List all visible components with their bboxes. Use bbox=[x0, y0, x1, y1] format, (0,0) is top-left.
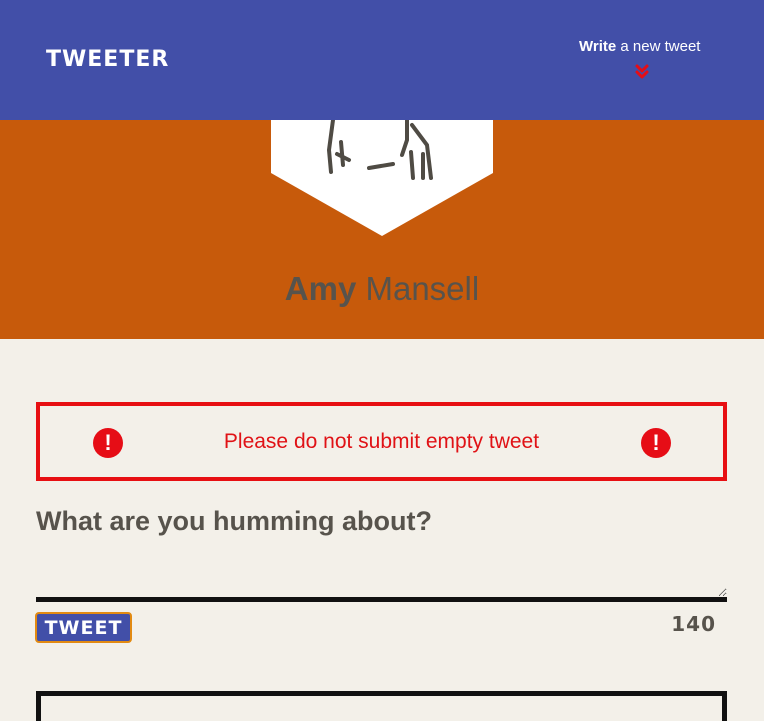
profile-name: Amy Mansell bbox=[0, 270, 764, 308]
profile-banner: Amy Mansell bbox=[0, 120, 764, 339]
write-new-tweet-link[interactable]: Write a new tweet bbox=[579, 38, 700, 55]
write-link-rest: a new tweet bbox=[616, 38, 701, 55]
write-link-bold: Write bbox=[579, 38, 617, 55]
tweet-card bbox=[36, 691, 727, 721]
composer-question: What are you humming about? bbox=[36, 506, 432, 536]
profile-last-name: Mansell bbox=[365, 270, 480, 307]
tweet-textarea[interactable] bbox=[36, 552, 727, 602]
error-icon-right: ! bbox=[641, 428, 671, 458]
top-navbar: TWEETER Write a new tweet bbox=[0, 0, 764, 120]
character-counter: 140 bbox=[671, 612, 716, 636]
double-chevron-down-icon[interactable] bbox=[634, 62, 650, 82]
avatar bbox=[271, 120, 493, 236]
tweet-button[interactable]: TWEET bbox=[35, 612, 132, 643]
profile-first-name: Amy bbox=[284, 270, 357, 307]
app-logo[interactable]: TWEETER bbox=[46, 47, 169, 72]
error-message-text: Please do not submit empty tweet bbox=[223, 430, 540, 453]
error-message-box: ! Please do not submit empty tweet ! bbox=[36, 402, 727, 481]
